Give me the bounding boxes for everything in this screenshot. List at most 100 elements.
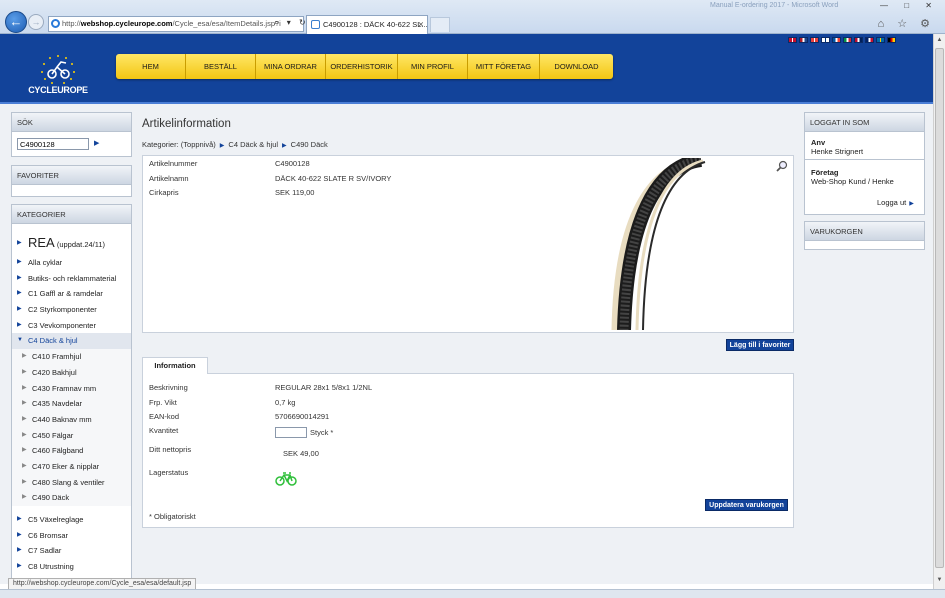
- category-item[interactable]: ▶ C5 Växelreglage: [12, 512, 131, 528]
- nav-item-min-profil[interactable]: MIN PROFIL: [398, 54, 468, 79]
- article-summary: Artikelnummer C4900128 Artikelnamn DÄCK …: [142, 155, 794, 333]
- nav-item-download[interactable]: DOWNLOAD: [540, 54, 613, 79]
- chevron-right-icon: ▶: [22, 462, 27, 469]
- chevron-right-icon: ▶: [17, 516, 22, 522]
- tab-close-icon[interactable]: ✕: [418, 16, 424, 33]
- weight-label: Frp. Vikt: [149, 398, 177, 407]
- address-bar-icons[interactable]: ⌕ ▾ ↻: [274, 18, 309, 28]
- flag-it-icon[interactable]: [843, 37, 852, 43]
- new-tab-button[interactable]: [430, 17, 450, 32]
- article-number-label: Artikelnummer: [149, 159, 198, 168]
- chevron-right-icon: ▶: [17, 306, 22, 313]
- category-item[interactable]: ▶ C7 Sadlar: [12, 543, 131, 559]
- category-item[interactable]: ▶ C470 Eker & nipplar: [12, 458, 131, 475]
- nav-item-mina-ordrar[interactable]: MINA ORDRAR: [256, 54, 326, 79]
- scrollbar[interactable]: ▲ ▼: [933, 34, 945, 589]
- forward-button[interactable]: →: [28, 14, 44, 30]
- nav-item-beställ[interactable]: BESTÄLL: [186, 54, 256, 79]
- category-item[interactable]: ▶ Butiks- och reklammaterial: [12, 271, 131, 287]
- tab-information[interactable]: Information: [142, 357, 208, 374]
- flag-fr-icon[interactable]: [832, 37, 841, 43]
- category-item[interactable]: ▶ C420 Bakhjul: [12, 364, 131, 381]
- category-label: C1 Gaffl ar & ramdelar: [28, 289, 103, 299]
- category-label: C440 Baknav mm: [32, 414, 92, 424]
- nav-item-mitt-företag[interactable]: MITT FÖRETAG: [468, 54, 540, 79]
- bike-icon: [275, 472, 297, 486]
- flag-ch-icon[interactable]: [810, 37, 819, 43]
- window-controls[interactable]: — □ ✕: [880, 1, 939, 10]
- quantity-input[interactable]: [275, 427, 307, 438]
- category-item[interactable]: ▶ C1 Gaffl ar & ramdelar: [12, 286, 131, 302]
- chevron-right-icon: ▶: [909, 201, 914, 207]
- flag-no-icon[interactable]: [854, 37, 863, 43]
- category-label: C3 Vevkomponenter: [28, 320, 96, 330]
- category-item[interactable]: ▶ C450 Fälgar: [12, 427, 131, 444]
- category-item-rea[interactable]: ▶ REA (uppdat.24/11): [12, 231, 131, 255]
- category-item[interactable]: ▼ C4 Däck & hjul: [12, 333, 131, 350]
- breadcrumb-item[interactable]: Kategorier: (Toppnivå): [142, 140, 216, 149]
- site-header: CYCLEUROPE HEM BESTÄLL MINA ORDRAR ORDERHIS…: [0, 34, 933, 102]
- update-cart-button[interactable]: Uppdatera varukorgen: [705, 499, 788, 511]
- login-divider: [805, 159, 924, 160]
- breadcrumb: Kategorier: (Toppnivå) ▶ C4 Däck & hjul ▶ C4…: [142, 140, 328, 149]
- flag-dk-icon[interactable]: [788, 37, 797, 43]
- weight-value: 0,7 kg: [275, 398, 296, 407]
- back-button[interactable]: ←: [5, 11, 27, 33]
- chevron-right-icon: ▶: [17, 240, 22, 246]
- user-name: Henke Strignert: [811, 147, 864, 156]
- category-item[interactable]: ▶ C440 Baknav mm: [12, 411, 131, 428]
- product-image-tyre[interactable]: [609, 158, 709, 330]
- logout-label: Logga ut: [877, 198, 907, 207]
- chevron-right-icon: ▶: [22, 447, 27, 454]
- cycleurope-logo[interactable]: CYCLEUROPE: [28, 52, 88, 98]
- category-item[interactable]: ▶ Alla cyklar: [12, 255, 131, 271]
- category-item[interactable]: ▶ C435 Navdelar: [12, 396, 131, 412]
- category-item[interactable]: ▶ C6 Bromsar: [12, 528, 131, 544]
- category-label: C5 Växelreglage: [28, 515, 84, 524]
- favorites-panel: FAVORITER: [11, 165, 132, 197]
- logout-link[interactable]: Logga ut ▶: [877, 198, 914, 207]
- category-item[interactable]: ▶ C8 Utrustning: [12, 559, 131, 575]
- category-item[interactable]: ▶ C410 Framhjul: [12, 349, 131, 365]
- breadcrumb-item[interactable]: C4 Däck & hjul: [228, 140, 278, 149]
- approx-price-label: Cirkapris: [149, 188, 179, 197]
- scroll-up-arrow-icon[interactable]: ▲: [934, 34, 945, 46]
- category-label: C7 Sadlar: [28, 546, 62, 556]
- category-label: C420 Bakhjul: [32, 367, 77, 377]
- scroll-down-arrow-icon[interactable]: ▼: [934, 574, 945, 586]
- zoom-icon[interactable]: [776, 160, 788, 172]
- flag-nl-icon[interactable]: [799, 37, 808, 43]
- breadcrumb-item[interactable]: C490 Däck: [291, 140, 328, 149]
- category-label: C4 Däck & hjul: [28, 336, 78, 346]
- flag-de-icon[interactable]: [887, 37, 896, 43]
- flag-fi-icon[interactable]: [821, 37, 830, 43]
- category-item[interactable]: ▶ C460 Fälgband: [12, 443, 131, 459]
- search-input[interactable]: [17, 138, 89, 150]
- favorites-panel-title[interactable]: FAVORITER: [12, 166, 131, 185]
- search-go-arrow-icon[interactable]: ▶: [94, 139, 99, 147]
- category-item[interactable]: ▶ C3 Vevkomponenter: [12, 318, 131, 334]
- category-item[interactable]: ▶ C490 Däck: [12, 490, 131, 506]
- nav-item-hem[interactable]: HEM: [116, 54, 186, 79]
- cart-panel-title[interactable]: VARUKORGEN: [805, 222, 924, 241]
- address-bar[interactable]: http://webshop.cycleurope.com/Cycle_esa/…: [48, 16, 304, 32]
- chevron-right-icon: ▶: [22, 415, 27, 422]
- category-label: Alla cyklar: [28, 258, 63, 267]
- category-label: C430 Framnav mm: [32, 383, 97, 393]
- chevron-right-icon: ▶: [22, 400, 27, 407]
- category-list: ▶ REA (uppdat.24/11) ▶ Alla cyklar ▶ Butiks…: [12, 231, 131, 588]
- flag-gb-icon[interactable]: [865, 37, 874, 43]
- category-item[interactable]: ▶ C2 Styrkomponenter: [12, 302, 131, 318]
- category-item[interactable]: ▶ C480 Slang & ventiler: [12, 474, 131, 491]
- add-to-favorites-button[interactable]: Lägg till i favoriter: [726, 339, 794, 351]
- category-item[interactable]: ▶ C430 Framnav mm: [12, 380, 131, 397]
- quantity-label: Kvantitet: [149, 426, 179, 435]
- main-nav: HEM BESTÄLL MINA ORDRAR ORDERHISTORIK MIN PR…: [116, 54, 613, 79]
- nav-item-orderhistorik[interactable]: ORDERHISTORIK: [326, 54, 398, 79]
- tab-active[interactable]: C4900128 : DÄCK 40-622 SL... ✕: [306, 15, 428, 34]
- login-panel: LOGGAT IN SOM Anv Henke Strignert Företa…: [804, 112, 925, 215]
- home-favorites-settings-icons[interactable]: ⌂ ☆ ⚙: [878, 17, 935, 30]
- flag-se-icon[interactable]: [876, 37, 885, 43]
- scroll-thumb[interactable]: [935, 48, 944, 568]
- category-label: C8 Utrustning: [28, 562, 74, 572]
